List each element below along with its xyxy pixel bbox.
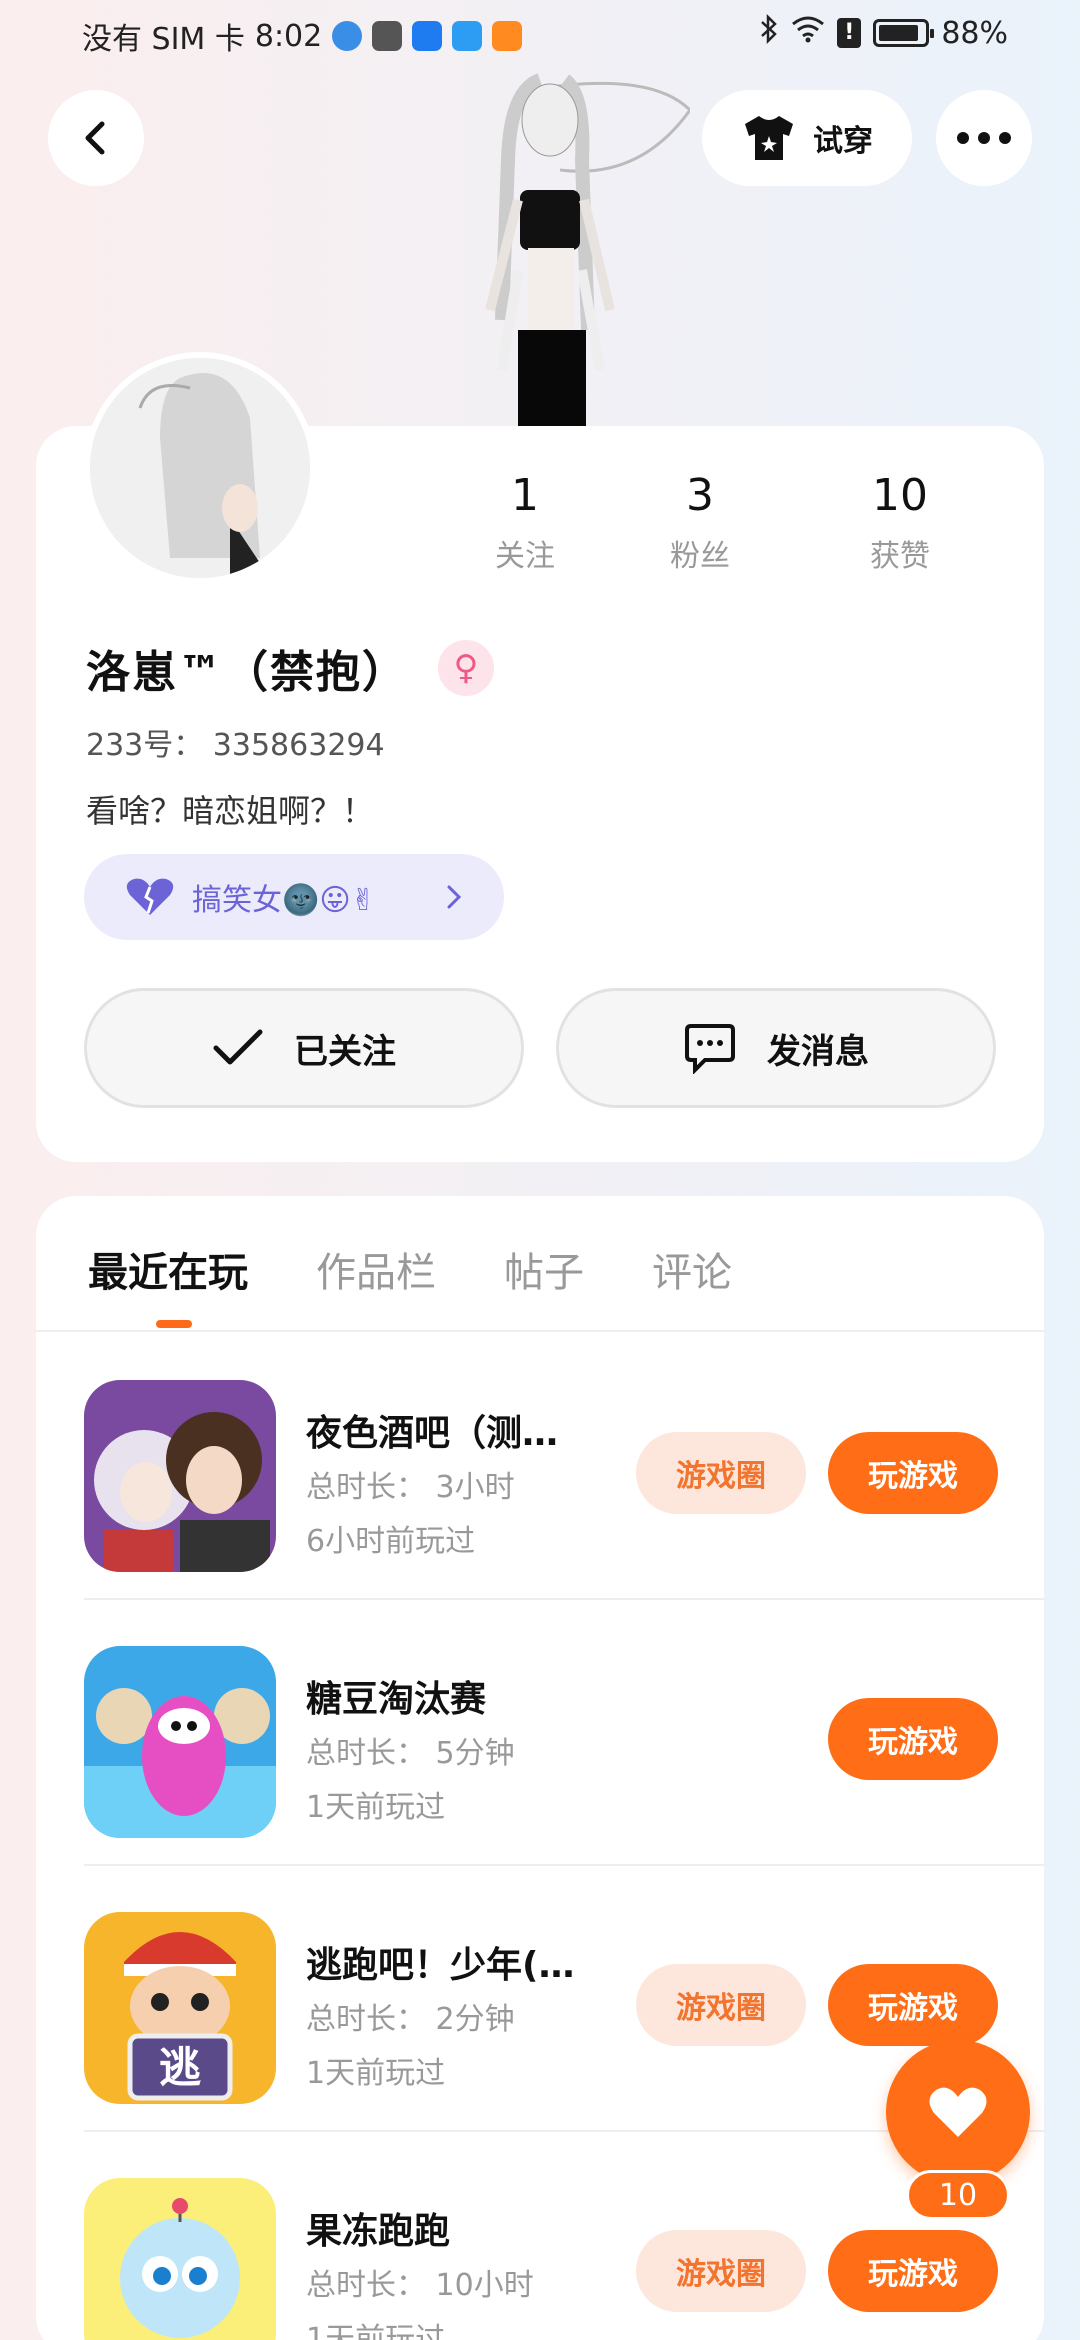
game-last-played: 1天前玩过	[306, 2056, 446, 2091]
stat-likes[interactable]: 10 获赞	[800, 470, 1000, 575]
more-dots-icon	[957, 132, 1011, 144]
vpn-icon	[332, 21, 363, 51]
game-duration: 总时长： 2分钟	[306, 2002, 515, 2037]
bluetooth-icon	[759, 13, 779, 52]
user-id: 233号： 335863294	[86, 728, 385, 763]
play-game-button[interactable]: 玩游戏	[828, 2230, 998, 2312]
game-circle-button[interactable]: 游戏圈	[636, 1432, 806, 1514]
battery-percent: 88%	[941, 15, 1008, 51]
stat-value: 3	[686, 470, 714, 521]
game-last-played: 6小时前玩过	[306, 1524, 476, 1559]
avatar[interactable]	[84, 352, 316, 584]
stat-label: 获赞	[870, 539, 930, 574]
game-last-played: 1天前玩过	[306, 2322, 446, 2340]
game-duration: 总时长： 5分钟	[306, 1736, 515, 1771]
play-game-button[interactable]: 玩游戏	[828, 1964, 998, 2046]
play-game-button[interactable]: 玩游戏	[828, 1432, 998, 1514]
tab-recently-played[interactable]: 最近在玩	[88, 1240, 248, 1298]
game-icon-night-bar[interactable]	[84, 1380, 276, 1572]
active-tab-indicator	[156, 1320, 192, 1328]
game-title: 糖豆淘汰赛	[306, 1679, 487, 1720]
female-icon: ♀	[438, 640, 494, 696]
time-text: 8:02	[254, 18, 323, 54]
like-count: 10	[906, 2170, 1010, 2220]
game-row[interactable]: 糖豆淘汰赛 总时长： 5分钟 1天前玩过 玩游戏	[84, 1600, 1044, 1866]
stat-label: 关注	[495, 539, 555, 574]
game-icon-text: 逃	[159, 2043, 201, 2092]
heart-icon	[929, 2087, 987, 2137]
bulb-icon	[412, 21, 443, 51]
broken-heart-icon	[126, 878, 174, 915]
alert-icon: !	[837, 18, 862, 48]
stats-row: 1 关注 3 粉丝 10 获赞	[450, 470, 1010, 575]
user-bio: 看啥？暗恋姐啊？！	[86, 792, 375, 830]
huawei-icon	[372, 21, 403, 51]
stat-label: 粉丝	[670, 539, 730, 574]
chevron-left-icon	[85, 121, 105, 155]
wifi-icon	[791, 15, 825, 51]
status-bar: 没有 SIM 卡 8:02 ! 88%	[0, 0, 1080, 72]
follow-label: 已关注	[294, 1031, 396, 1072]
chevron-right-icon	[447, 885, 462, 909]
carrier-text: 没有 SIM 卡	[82, 22, 245, 57]
stat-value: 10	[872, 470, 928, 521]
tabs-divider	[36, 1330, 1044, 1332]
tab-posts[interactable]: 帖子	[504, 1240, 584, 1298]
video-icon	[492, 21, 523, 51]
message-button[interactable]: 发消息	[556, 988, 996, 1108]
stat-followers[interactable]: 3 粉丝	[600, 470, 800, 575]
follow-button[interactable]: 已关注	[84, 988, 524, 1108]
tryon-label: 试穿	[813, 124, 873, 159]
back-button[interactable]	[48, 90, 144, 186]
avatar-3d-figure[interactable]	[390, 70, 692, 430]
game-duration: 总时长： 10小时	[306, 2268, 534, 2303]
game-icon-run-boy[interactable]: 逃	[84, 1912, 276, 2104]
message-label: 发消息	[767, 1031, 869, 1072]
game-circle-button[interactable]: 游戏圈	[636, 2230, 806, 2312]
battery-level-fill	[879, 25, 919, 41]
battery-icon	[873, 19, 935, 47]
game-title: 逃跑吧！少年(…	[306, 1945, 575, 1986]
game-icon-jelly-run[interactable]	[84, 2178, 276, 2340]
chat-bubble-icon	[685, 1024, 735, 1074]
tab-works[interactable]: 作品栏	[316, 1240, 436, 1298]
tshirt-icon	[745, 116, 793, 160]
tag-text: 搞笑女🌚😛✌	[192, 883, 376, 918]
game-duration: 总时长： 3小时	[306, 1470, 515, 1505]
personality-tag[interactable]: 搞笑女🌚😛✌	[84, 854, 504, 940]
game-row[interactable]: 果冻跑跑 总时长： 10小时 1天前玩过 游戏圈 玩游戏	[84, 2132, 1044, 2340]
like-button[interactable]	[886, 2040, 1030, 2184]
game-title: 果冻跑跑	[306, 2211, 451, 2252]
profile-tabs: 最近在玩 作品栏 帖子 评论	[88, 1240, 732, 1298]
stat-value: 1	[511, 470, 539, 521]
game-icon-fall-guys[interactable]	[84, 1646, 276, 1838]
game-title: 夜色酒吧（测…	[306, 1413, 559, 1454]
weather-icon	[452, 21, 483, 51]
game-last-played: 1天前玩过	[306, 1790, 446, 1825]
tryon-button[interactable]: 试穿	[702, 90, 912, 186]
game-circle-button[interactable]: 游戏圈	[636, 1964, 806, 2046]
name-row: 洛崽™（禁抱） ♀	[86, 636, 494, 700]
check-icon	[213, 1029, 263, 1065]
tab-comments[interactable]: 评论	[652, 1240, 732, 1298]
user-name: 洛崽™（禁抱）	[86, 647, 408, 698]
play-game-button[interactable]: 玩游戏	[828, 1698, 998, 1780]
game-row[interactable]: 夜色酒吧（测… 总时长： 3小时 6小时前玩过 游戏圈 玩游戏	[84, 1334, 1044, 1600]
more-button[interactable]	[936, 90, 1032, 186]
stat-following[interactable]: 1 关注	[450, 470, 600, 575]
